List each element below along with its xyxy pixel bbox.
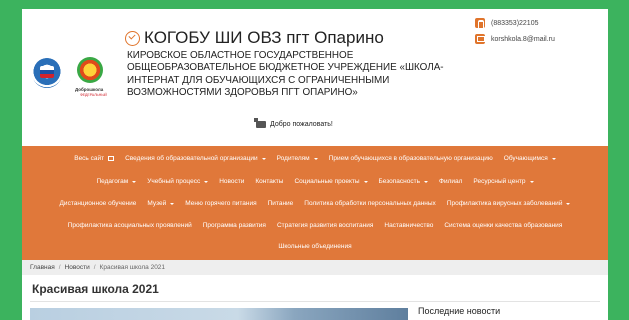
phone-icon <box>475 18 485 29</box>
sitemap-icon <box>108 156 115 161</box>
megaphone-icon <box>254 118 266 128</box>
dobroshkola-sub: ФЕДЕРАЛЬНЫЙ <box>80 93 107 97</box>
nav-resource-center[interactable]: Ресурсный центр <box>473 178 534 185</box>
site-title[interactable]: КОГОБУ ШИ ОВЗ пгт Опарино <box>125 28 384 48</box>
nav-news[interactable]: Новости <box>219 178 244 185</box>
nav-social-projects[interactable]: Социальные проекты <box>294 178 368 185</box>
nav-school-clubs[interactable]: Школьные объединения <box>278 243 351 250</box>
chevron-down-icon <box>170 202 175 205</box>
phone-text: (883353)22105 <box>491 19 539 27</box>
chevron-down-icon <box>566 202 571 205</box>
breadcrumb-home[interactable]: Главная <box>30 264 55 271</box>
nav-distance[interactable]: Дистанционное обучение <box>60 200 137 207</box>
dobroshkola-caption: Доброшкола <box>75 87 104 92</box>
breadcrumb-current: Красивая школа 2021 <box>99 264 166 271</box>
nav-quality-assessment[interactable]: Система оценки качества образования <box>444 222 562 229</box>
nav-all-site[interactable]: Весь сайт <box>74 155 115 162</box>
latest-news-heading: Последние новости <box>418 306 501 316</box>
chevron-down-icon <box>261 157 266 160</box>
nav-mentoring[interactable]: Наставничество <box>384 222 433 229</box>
breadcrumb-separator: / <box>93 264 96 271</box>
nav-security[interactable]: Безопасность <box>379 178 428 185</box>
chevron-down-icon <box>204 180 209 183</box>
contact-phone[interactable]: (883353)22105 <box>475 18 539 29</box>
welcome-text: Добро пожаловать! <box>270 121 333 128</box>
nav-asocial-prevention[interactable]: Профилактика асоциальных проявлений <box>68 222 192 229</box>
envelope-icon <box>475 34 485 44</box>
nav-dev-program[interactable]: Программа развития <box>203 222 266 229</box>
chevron-down-icon <box>363 180 368 183</box>
page: Доброшкола ФЕДЕРАЛЬНЫЙ КОГОБУ ШИ ОВЗ пгт… <box>22 9 608 320</box>
nav-teachers[interactable]: Педагогам <box>96 178 137 185</box>
nav-museum[interactable]: Музей <box>147 200 175 207</box>
nav-parents[interactable]: Родителям <box>277 155 318 162</box>
nav-virus-prevention[interactable]: Профилактика вирусных заболеваний <box>447 200 571 207</box>
chevron-down-icon <box>529 180 534 183</box>
nav-hot-menu[interactable]: Меню горячего питания <box>185 200 256 207</box>
nav-students[interactable]: Обучающимся <box>504 155 556 162</box>
nav-contacts[interactable]: Контакты <box>255 178 283 185</box>
breadcrumb-separator: / <box>58 264 61 271</box>
chevron-down-icon <box>551 157 556 160</box>
school-logo[interactable] <box>32 58 62 88</box>
article-image[interactable] <box>30 308 408 320</box>
nav-nutrition[interactable]: Питание <box>268 200 294 207</box>
nav-upbringing-strategy[interactable]: Стратегия развития воспитания <box>277 222 373 229</box>
main-nav: Весь сайт Сведения об образовательной ор… <box>22 146 608 260</box>
chevron-down-icon <box>424 180 428 183</box>
breadcrumb-news[interactable]: Новости <box>65 264 90 271</box>
nav-org-info[interactable]: Сведения об образовательной организации <box>125 155 266 162</box>
contact-email[interactable]: korshkola.8@mail.ru <box>475 34 555 44</box>
site-header: Доброшкола ФЕДЕРАЛЬНЫЙ КОГОБУ ШИ ОВЗ пгт… <box>22 9 608 139</box>
nav-admission[interactable]: Прием обучающихся в образовательную орга… <box>329 155 493 162</box>
welcome-message: Добро пожаловать! <box>254 118 333 128</box>
dobroshkola-logo[interactable] <box>77 57 103 83</box>
nav-privacy[interactable]: Политика обработки персональных данных <box>304 200 436 207</box>
site-subtitle: КИРОВСКОЕ ОБЛАСТНОЕ ГОСУДАРСТВЕННОЕ ОБЩЕ… <box>127 50 444 98</box>
chevron-down-icon <box>313 157 318 160</box>
page-title: Красивая школа 2021 <box>32 282 159 296</box>
nav-branch[interactable]: Филиал <box>439 178 462 185</box>
nav-learning[interactable]: Учебный процесс <box>147 178 209 185</box>
title-divider <box>30 301 600 302</box>
breadcrumb: Главная / Новости / Красивая школа 2021 <box>22 260 608 275</box>
email-text: korshkola.8@mail.ru <box>491 35 555 43</box>
check-circle-icon <box>125 30 140 46</box>
chevron-down-icon <box>132 180 137 183</box>
site-title-text: КОГОБУ ШИ ОВЗ пгт Опарино <box>144 28 384 47</box>
